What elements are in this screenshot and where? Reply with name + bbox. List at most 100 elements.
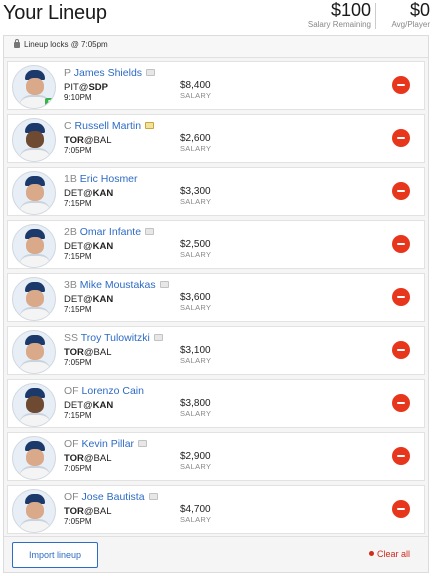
player-row[interactable]: 2B Omar Infante DET@KAN 7:15PM $2,500 SALARY	[7, 220, 425, 269]
player-row[interactable]: 3B Mike Moustakas DET@KAN 7:15PM $3,600 SALA…	[7, 273, 425, 322]
matchup-opponent: BAL	[93, 506, 112, 517]
face-shape	[26, 237, 44, 254]
matchup-opponent: KAN	[92, 294, 114, 305]
game-time: 7:05PM	[64, 517, 92, 526]
player-row[interactable]: C Russell Martin TOR@BAL 7:05PM $2,600 SALAR…	[7, 114, 425, 163]
player-matchup: DET@KAN	[64, 241, 113, 252]
player-name-link[interactable]: Lorenzo Cain	[82, 385, 144, 397]
salary-label: SALARY	[180, 250, 212, 259]
note-active-icon[interactable]	[145, 121, 155, 129]
remove-player-button[interactable]	[392, 182, 410, 200]
avg-player-label: Avg/Player	[391, 20, 430, 29]
note-icon[interactable]	[159, 280, 169, 288]
salary-label: SALARY	[180, 462, 212, 471]
salary-label: SALARY	[180, 409, 212, 418]
lineup-footer: Import lineup Clear all	[4, 536, 428, 572]
player-position: 1B	[64, 173, 77, 185]
note-icon[interactable]	[148, 492, 158, 500]
player-position: 3B	[64, 279, 77, 291]
matchup-opponent: KAN	[92, 400, 114, 411]
player-matchup: TOR@BAL	[64, 135, 112, 146]
salary-label: SALARY	[180, 91, 212, 100]
player-name-link[interactable]: Eric Hosmer	[80, 173, 138, 185]
face-shape	[26, 449, 44, 466]
player-salary: $3,600	[180, 292, 211, 303]
player-row[interactable]: 1B Eric Hosmer DET@KAN 7:15PM $3,300 SALARY	[7, 167, 425, 216]
face-shape	[26, 290, 44, 307]
game-time: 7:05PM	[64, 464, 92, 473]
jersey-shape	[19, 254, 51, 267]
avg-player-value: $0	[409, 0, 430, 20]
player-name-link[interactable]: Kevin Pillar	[82, 438, 135, 450]
player-matchup: TOR@BAL	[64, 506, 112, 517]
player-name-link[interactable]: Russell Martin	[75, 120, 142, 132]
jersey-shape	[19, 201, 51, 214]
player-row[interactable]: OF Jose Bautista TOR@BAL 7:05PM $4,700 SALAR…	[7, 485, 425, 534]
player-matchup: DET@KAN	[64, 188, 113, 199]
player-row[interactable]: PP James Shields PIT@SDP 9:10PM $8,400 SALAR…	[7, 61, 425, 110]
face-shape	[26, 78, 44, 95]
player-salary: $8,400	[180, 80, 211, 91]
player-matchup: TOR@BAL	[64, 453, 112, 464]
note-icon[interactable]	[138, 439, 148, 447]
player-avatar: P	[12, 65, 56, 109]
player-salary: $4,700	[180, 504, 211, 515]
matchup-opponent: BAL	[93, 453, 112, 464]
clear-all-link[interactable]: Clear all	[368, 549, 410, 559]
player-name-link[interactable]: Jose Bautista	[82, 491, 145, 503]
salary-label: SALARY	[180, 144, 212, 153]
player-avatar	[12, 277, 56, 321]
player-name-link[interactable]: Troy Tulowitzki	[81, 332, 150, 344]
remove-player-button[interactable]	[392, 76, 410, 94]
player-row[interactable]: OF Kevin Pillar TOR@BAL 7:05PM $2,900 SALARY	[7, 432, 425, 481]
player-name-line: SS Troy Tulowitzki	[64, 332, 163, 344]
player-name-link[interactable]: James Shields	[74, 67, 142, 79]
remove-player-button[interactable]	[392, 288, 410, 306]
matchup-team: TOR	[64, 135, 84, 146]
remove-player-button[interactable]	[392, 500, 410, 518]
face-shape	[26, 396, 44, 413]
player-position: OF	[64, 385, 79, 397]
player-avatar	[12, 436, 56, 480]
lineup-panel: Lineup locks @ 7:05pm PP James Shields PI…	[3, 35, 429, 573]
matchup-team: TOR	[64, 347, 84, 358]
remove-player-button[interactable]	[392, 447, 410, 465]
avg-player-stat: $0 Avg/Player	[391, 0, 430, 30]
note-icon[interactable]	[153, 333, 163, 341]
remove-player-button[interactable]	[392, 235, 410, 253]
page-title: Your Lineup	[3, 2, 107, 24]
player-avatar	[12, 171, 56, 215]
player-position: P	[64, 67, 71, 79]
remove-player-button[interactable]	[392, 341, 410, 359]
game-time: 7:15PM	[64, 199, 92, 208]
player-matchup: DET@KAN	[64, 400, 113, 411]
player-name-link[interactable]: Mike Moustakas	[80, 279, 156, 291]
note-icon[interactable]	[145, 227, 155, 235]
matchup-separator: @	[83, 135, 94, 146]
player-row[interactable]: OF Lorenzo Cain DET@KAN 7:15PM $3,800 SALARY	[7, 379, 425, 428]
remove-player-button[interactable]	[392, 394, 410, 412]
player-salary: $2,600	[180, 133, 211, 144]
game-time: 7:15PM	[64, 411, 92, 420]
remove-player-button[interactable]	[392, 129, 410, 147]
player-position: 2B	[64, 226, 77, 238]
salary-label: SALARY	[180, 303, 212, 312]
face-shape	[26, 131, 44, 148]
salary-remaining-stat: $100 Salary Remaining	[308, 0, 371, 30]
jersey-shape	[19, 519, 51, 532]
game-time: 7:05PM	[64, 358, 92, 367]
lock-bar: Lineup locks @ 7:05pm	[4, 36, 428, 58]
game-time: 7:15PM	[64, 305, 92, 314]
matchup-team: DET	[64, 294, 83, 305]
player-name-line: 1B Eric Hosmer	[64, 173, 138, 185]
lineup-header: Your Lineup $100 Salary Remaining $0 Avg…	[0, 0, 433, 34]
import-lineup-button[interactable]: Import lineup	[12, 542, 98, 568]
player-row[interactable]: SS Troy Tulowitzki TOR@BAL 7:05PM $3,100 SAL…	[7, 326, 425, 375]
matchup-separator: @	[83, 294, 93, 305]
matchup-team: TOR	[64, 506, 84, 517]
matchup-opponent: KAN	[92, 241, 114, 252]
player-name-link[interactable]: Omar Infante	[80, 226, 141, 238]
player-avatar	[12, 118, 56, 162]
game-time: 7:05PM	[64, 146, 92, 155]
note-icon[interactable]	[146, 68, 156, 76]
